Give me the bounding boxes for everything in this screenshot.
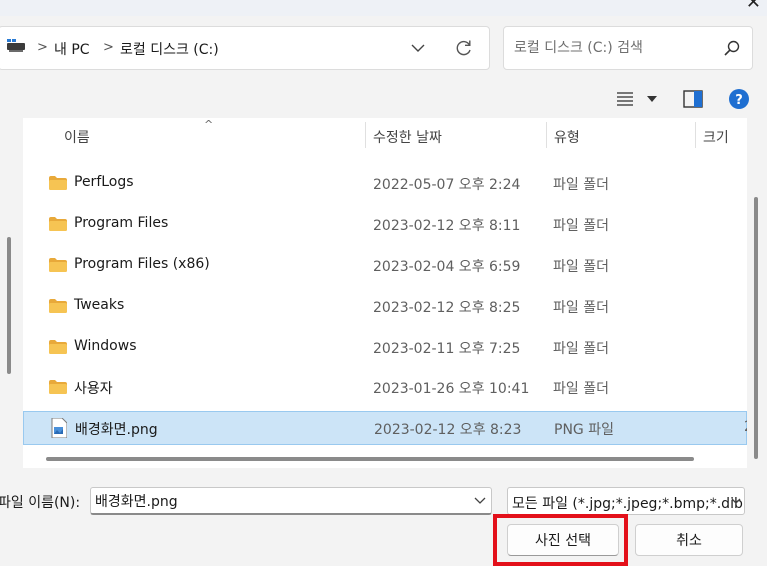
folder-icon [49,340,67,354]
search-box[interactable] [503,26,753,70]
horizontal-scroll-thumb[interactable] [46,457,694,461]
file-modified: 2023-02-12 오후 8:25 [373,300,521,316]
file-modified: 2023-02-12 오후 8:11 [373,218,521,234]
chevron-down-icon[interactable] [731,498,741,505]
svg-text:?: ? [735,93,743,108]
file-type: 파일 폴더 [553,177,609,193]
chevron-down-icon[interactable] [647,96,657,102]
file-row[interactable]: Program Files (x86) 2023-02-04 오후 6:59 파일 … [23,249,747,283]
column-header-name[interactable]: 이름 [23,118,365,152]
file-name: Program Files (x86) [74,256,210,272]
file-name: 사용자 [74,381,113,397]
folder-icon [49,258,67,272]
file-size: 2 [744,419,747,435]
column-header-modified[interactable]: 수정한 날짜 [366,118,546,152]
folder-icon [49,217,67,231]
filename-label: 파일 이름(N): [0,495,81,511]
file-row[interactable]: PerfLogs 2022-05-07 오후 2:24 파일 폴더 [23,167,747,201]
title-strip [0,0,767,16]
file-name: 배경화면.png [75,422,158,438]
chevron-down-icon[interactable] [409,39,427,57]
folder-icon [49,299,67,313]
address-bar[interactable]: > 내 PC > 로컬 디스크 (C:) [0,26,490,70]
file-row[interactable]: Program Files 2023-02-12 오후 8:11 파일 폴더 [23,208,747,242]
folder-icon [49,380,67,394]
help-icon[interactable]: ? [728,88,750,110]
preview-pane-icon[interactable] [683,90,703,108]
file-modified: 2023-01-26 오후 10:41 [373,381,530,397]
file-type: 파일 폴더 [553,381,609,397]
filename-combobox[interactable] [90,487,492,515]
file-modified: 2022-05-07 오후 2:24 [373,177,521,193]
file-list-vertical-scrollbar[interactable] [754,197,758,459]
filetype-select[interactable]: 모든 파일 (*.jpg;*.jpeg;*.bmp;*.dib [507,487,745,515]
breadcrumb-separator: > [37,40,48,55]
breadcrumb-my-pc[interactable]: 내 PC [54,39,90,59]
column-header-type-label: 유형 [554,130,580,146]
breadcrumb-local-disk[interactable]: 로컬 디스크 (C:) [120,39,219,59]
column-header-size[interactable]: 크기 [696,118,747,152]
file-type: 파일 폴더 [553,259,609,275]
file-name: Program Files [74,215,169,231]
pc-icon [7,39,25,52]
column-header-name-label: 이름 [64,130,90,146]
file-list-horizontal-scrollbar[interactable] [23,450,747,468]
view-list-icon[interactable] [616,91,634,107]
navigation-pane-scrollbar[interactable] [7,237,11,374]
filetype-select-value: 모든 파일 (*.jpg;*.jpeg;*.bmp;*.dib [512,496,743,512]
chevron-down-icon[interactable] [474,497,486,505]
column-header-modified-label: 수정한 날짜 [373,130,442,146]
folder-icon [49,176,67,190]
refresh-icon[interactable] [454,38,474,58]
search-icon[interactable] [723,39,741,57]
select-photo-button[interactable]: 사진 선택 [507,524,619,556]
file-type: 파일 폴더 [553,218,609,234]
cancel-button[interactable]: 취소 [635,524,743,556]
filename-input[interactable] [95,492,455,510]
search-input[interactable] [514,37,714,59]
png-file-icon [51,418,67,438]
file-row[interactable]: 사용자 2023-01-26 오후 10:41 파일 폴더 [23,371,747,405]
file-row[interactable]: 배경화면.png 2023-02-12 오후 8:23 PNG 파일 2 [23,411,747,445]
file-open-dialog: ✕ > 내 PC > 로컬 디스크 (C:) 로컬 디스크 (C:) 검색 ? … [0,0,767,566]
file-row[interactable]: Windows 2023-02-11 오후 7:25 파일 폴더 [23,331,747,365]
close-icon[interactable]: ✕ [746,0,761,13]
file-name: PerfLogs [74,174,134,190]
file-name: Windows [74,338,137,354]
file-type: PNG 파일 [554,422,614,438]
breadcrumb-separator: > [103,40,114,55]
file-modified: 2023-02-04 오후 6:59 [373,259,521,275]
file-modified: 2023-02-11 오후 7:25 [373,341,521,357]
file-modified: 2023-02-12 오후 8:23 [374,422,522,438]
file-list: ^ 이름 수정한 날짜 유형 크기 PerfLogs 2022-05-07 오후 … [23,118,747,468]
file-name: Tweaks [74,297,125,313]
file-type: 파일 폴더 [553,341,609,357]
column-header-size-label: 크기 [703,130,729,146]
file-row[interactable]: Tweaks 2023-02-12 오후 8:25 파일 폴더 [23,290,747,324]
column-header-type[interactable]: 유형 [547,118,695,152]
file-type: 파일 폴더 [553,300,609,316]
